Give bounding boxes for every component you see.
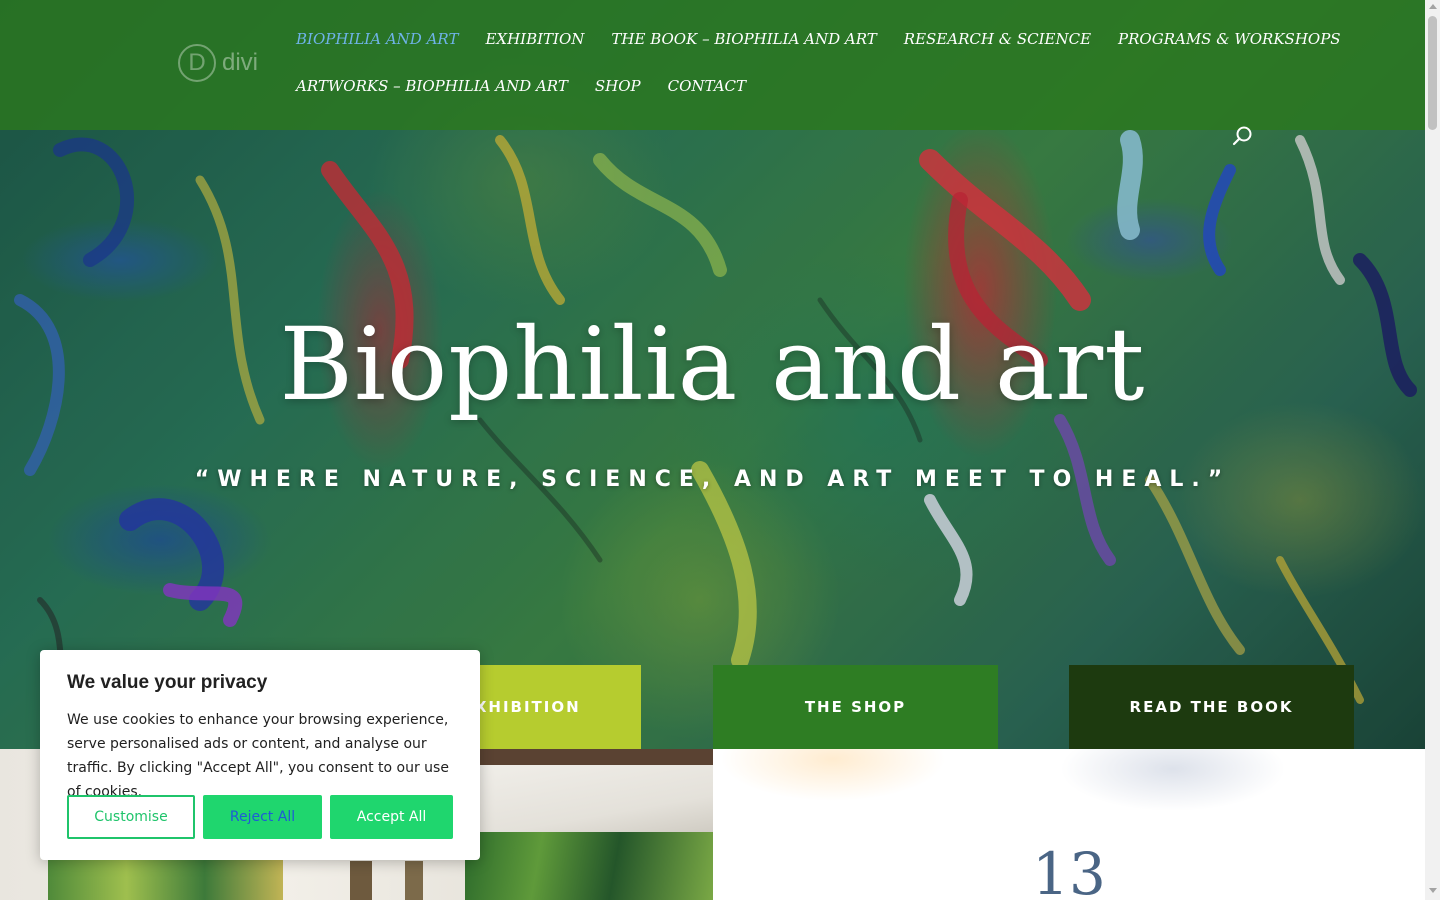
read-the-book-button[interactable]: READ THE BOOK [1069,665,1354,749]
site-logo[interactable]: D divi [178,44,258,82]
site-header: D divi BIOPHILIA AND ART EXHIBITION THE … [0,0,1425,130]
nav-item-research-science[interactable]: RESEARCH & SCIENCE [904,28,1091,50]
nav-item-biophilia-and-art[interactable]: BIOPHILIA AND ART [296,28,458,50]
nav-item-the-book[interactable]: THE BOOK – BIOPHILIA AND ART [611,28,876,50]
nav-row-1: BIOPHILIA AND ART EXHIBITION THE BOOK – … [296,28,1341,75]
cookie-buttons: Customise Reject All Accept All [67,795,453,839]
scrollbar-thumb[interactable] [1428,16,1437,130]
gallery-artwork-right [465,832,713,900]
gallery-frame [350,861,372,900]
scroll-up-arrow-icon[interactable] [1429,4,1437,9]
hero-subtitle: “WHERE NATURE, SCIENCE, AND ART MEET TO … [194,467,1231,492]
gallery-beam [463,749,713,765]
nav-row-2: ARTWORKS – BIOPHILIA AND ART SHOP CONTAC… [296,75,1236,122]
search-icon[interactable] [1232,125,1254,147]
logo-wordmark: divi [222,49,259,76]
nav-item-artworks[interactable]: ARTWORKS – BIOPHILIA AND ART [296,75,568,97]
stats-section: 13 [713,749,1425,900]
customise-button[interactable]: Customise [67,795,195,839]
gallery-artwork-left [48,859,283,900]
page-scrollbar[interactable] [1425,0,1440,900]
cookie-title: We value your privacy [67,672,268,693]
accept-all-button[interactable]: Accept All [330,795,453,839]
nav-item-programs-workshops[interactable]: PROGRAMS & WORKSHOPS [1118,28,1341,50]
hero-title: Biophilia and art [279,306,1146,423]
nav-item-contact[interactable]: CONTACT [668,75,746,97]
gallery-frame-small [405,861,423,900]
scroll-down-arrow-icon[interactable] [1429,888,1437,893]
nav-item-shop[interactable]: SHOP [595,75,641,97]
nav-item-exhibition[interactable]: EXHIBITION [485,28,584,50]
reject-all-button[interactable]: Reject All [203,795,322,839]
cookie-text: We use cookies to enhance your browsing … [67,712,449,800]
main-nav: BIOPHILIA AND ART EXHIBITION THE BOOK – … [296,28,1341,122]
stat-number: 13 [1032,840,1106,900]
the-shop-button[interactable]: THE SHOP [713,665,998,749]
cookie-consent-banner: We value your privacy We use cookies to … [40,650,480,860]
logo-mark: D [178,44,216,82]
